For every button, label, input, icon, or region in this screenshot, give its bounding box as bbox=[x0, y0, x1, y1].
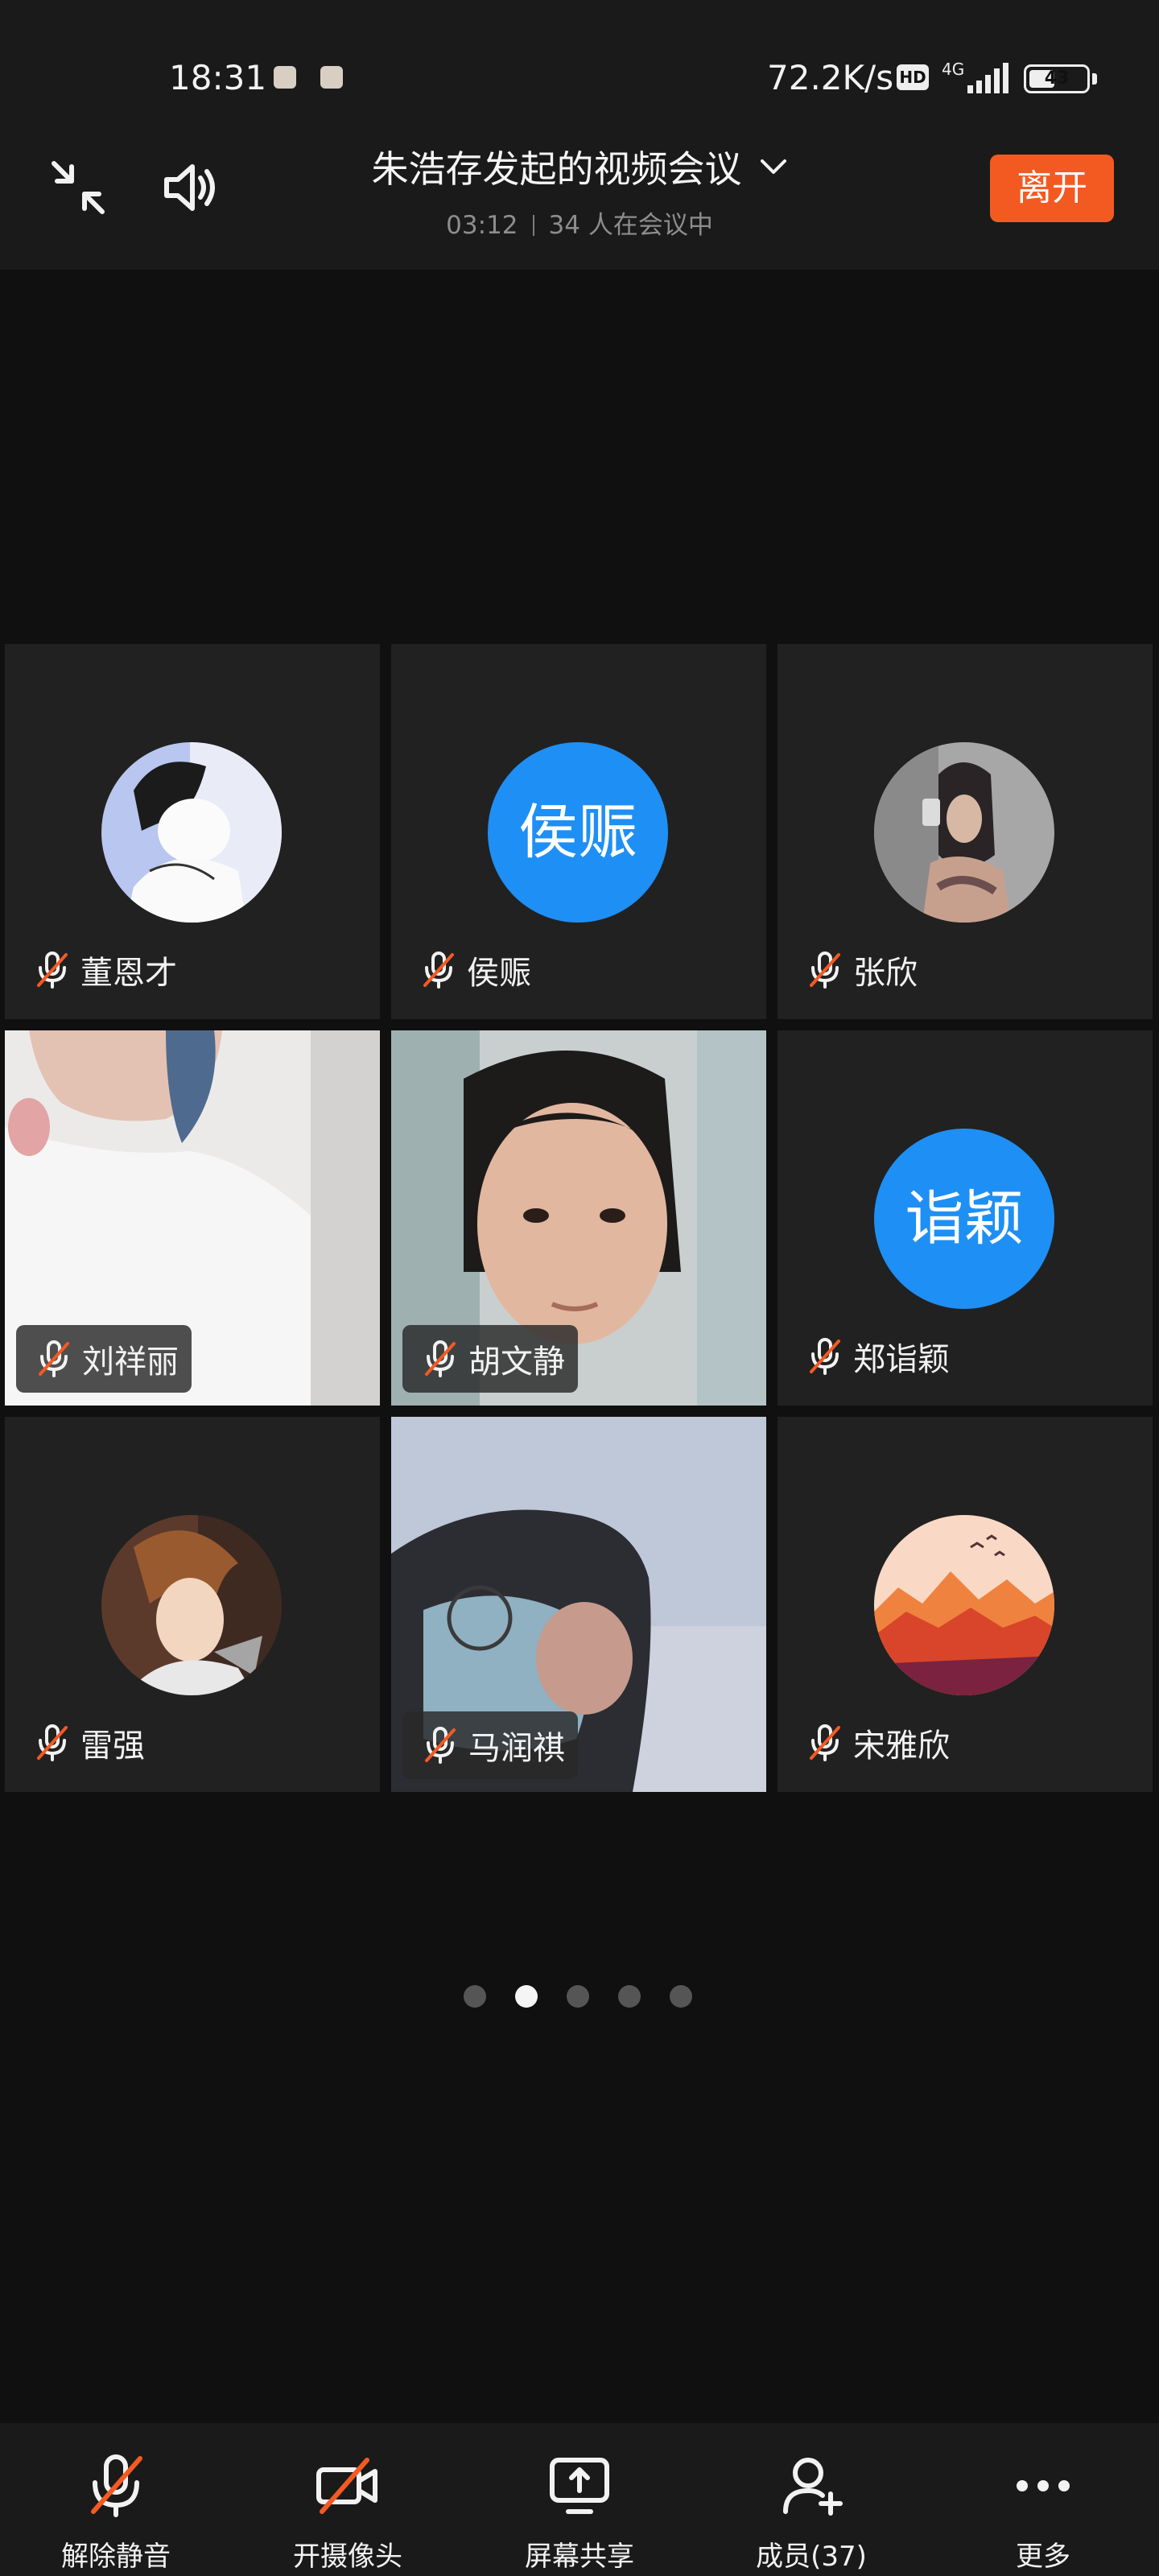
speaker-button[interactable] bbox=[155, 151, 227, 224]
page-dot-active[interactable] bbox=[515, 1985, 538, 2008]
participant-grid: 董恩才 侯赈 侯赈 张欣 刘祥丽 胡文静 诣颖 郑诣颖 雷强 马润祺 宋雅欣 bbox=[5, 644, 1154, 1795]
participant-tile[interactable]: 刘祥丽 bbox=[5, 1030, 380, 1406]
mic-off-icon bbox=[425, 1727, 456, 1764]
participant-name-label: 胡文静 bbox=[402, 1325, 578, 1393]
participant-tile[interactable]: 侯赈 侯赈 bbox=[391, 644, 766, 1019]
participant-name: 郑诣颖 bbox=[853, 1341, 950, 1378]
battery-cap bbox=[1092, 73, 1097, 85]
signal-icon bbox=[967, 63, 1008, 93]
bottom-toolbar: 解除静音 开摄像头 屏幕共享 成员(37) 更多 bbox=[0, 2423, 1159, 2576]
avatar: 侯赈 bbox=[488, 742, 668, 923]
page-dot[interactable] bbox=[567, 1985, 589, 2008]
more-button[interactable]: 更多 bbox=[955, 2452, 1132, 2573]
mic-off-icon bbox=[91, 2454, 142, 2517]
participant-name-label: 宋雅欣 bbox=[806, 1723, 950, 1765]
participant-name: 侯赈 bbox=[467, 955, 531, 992]
participant-tile[interactable]: 雷强 bbox=[5, 1417, 380, 1792]
minimize-icon bbox=[52, 161, 105, 214]
participant-name-label: 雷强 bbox=[34, 1723, 145, 1765]
hd-icon: HD bbox=[897, 64, 929, 90]
camera-off-icon bbox=[316, 2458, 377, 2514]
avatar-image bbox=[101, 742, 282, 923]
participant-name-label: 张欣 bbox=[806, 950, 918, 992]
avatar-image bbox=[874, 1515, 1054, 1695]
speaker-icon bbox=[164, 164, 215, 211]
participant-name-label: 侯赈 bbox=[420, 950, 531, 992]
members-button[interactable]: 成员(37) bbox=[723, 2452, 900, 2573]
participant-name: 宋雅欣 bbox=[853, 1728, 950, 1765]
screen-share-icon bbox=[550, 2458, 609, 2514]
meeting-subtitle: 03:12 34 人在会议中 bbox=[322, 204, 837, 241]
chevron-down-icon bbox=[760, 159, 786, 174]
status-time: 18:31 bbox=[169, 58, 267, 97]
members-label: 成员(37) bbox=[756, 2541, 867, 2573]
camera-button[interactable]: 开摄像头 bbox=[259, 2452, 436, 2573]
notification-icon bbox=[274, 66, 296, 89]
mic-off-icon bbox=[810, 952, 840, 989]
screen-share-button[interactable]: 屏幕共享 bbox=[491, 2452, 668, 2573]
network-type: 4G bbox=[942, 60, 965, 79]
screen-share-label: 屏幕共享 bbox=[525, 2541, 634, 2573]
minimize-button[interactable] bbox=[42, 151, 114, 224]
unmute-button[interactable]: 解除静音 bbox=[27, 2452, 204, 2573]
participant-tile[interactable]: 张欣 bbox=[777, 644, 1153, 1019]
add-member-icon bbox=[783, 2458, 843, 2516]
more-label: 更多 bbox=[1016, 2541, 1070, 2573]
participant-tile[interactable]: 诣颖 郑诣颖 bbox=[777, 1030, 1153, 1406]
mic-off-icon bbox=[425, 1340, 456, 1377]
page-dot[interactable] bbox=[670, 1985, 692, 2008]
mic-off-icon bbox=[37, 952, 68, 989]
avatar bbox=[101, 1515, 282, 1695]
participant-tile[interactable]: 胡文静 bbox=[391, 1030, 766, 1406]
camera-label: 开摄像头 bbox=[293, 2541, 402, 2573]
unmute-label: 解除静音 bbox=[61, 2541, 171, 2573]
participant-tile[interactable]: 宋雅欣 bbox=[777, 1417, 1153, 1792]
meeting-title-area[interactable]: 朱浩存发起的视频会议 03:12 34 人在会议中 bbox=[322, 140, 837, 241]
participant-name: 刘祥丽 bbox=[82, 1344, 179, 1381]
avatar: 诣颖 bbox=[874, 1129, 1054, 1309]
participant-name: 雷强 bbox=[80, 1728, 145, 1765]
participant-name-label: 刘祥丽 bbox=[16, 1325, 192, 1393]
avatar-image bbox=[101, 1515, 282, 1695]
more-icon bbox=[1017, 2480, 1070, 2491]
participant-count: 34 人在会议中 bbox=[548, 211, 713, 240]
avatar bbox=[874, 742, 1054, 923]
divider bbox=[532, 215, 534, 236]
participant-tile[interactable]: 马润祺 bbox=[391, 1417, 766, 1792]
avatar-image bbox=[874, 742, 1054, 923]
mic-off-icon bbox=[39, 1340, 69, 1377]
network-speed: 72.2K/s bbox=[767, 58, 894, 97]
status-bar: 18:31 72.2K/s HD 4G 43 bbox=[0, 0, 1159, 149]
page-dot[interactable] bbox=[618, 1985, 641, 2008]
participant-name: 胡文静 bbox=[468, 1344, 565, 1381]
meeting-header: 朱浩存发起的视频会议 03:12 34 人在会议中 离开 bbox=[0, 129, 1159, 270]
avatar bbox=[101, 742, 282, 923]
mic-off-icon bbox=[423, 952, 454, 989]
participant-name: 张欣 bbox=[853, 955, 918, 992]
meeting-title: 朱浩存发起的视频会议 bbox=[371, 147, 742, 191]
battery-icon: 43 bbox=[1024, 64, 1090, 93]
participant-name: 董恩才 bbox=[80, 955, 177, 992]
participant-name-label: 马润祺 bbox=[402, 1711, 578, 1779]
leave-button[interactable]: 离开 bbox=[990, 155, 1114, 222]
page-indicator[interactable] bbox=[464, 1985, 705, 2009]
mic-off-icon bbox=[810, 1338, 840, 1375]
participant-name: 马润祺 bbox=[468, 1730, 565, 1767]
participant-name-label: 董恩才 bbox=[34, 950, 177, 992]
participant-tile[interactable]: 董恩才 bbox=[5, 644, 380, 1019]
participant-name-label: 郑诣颖 bbox=[806, 1336, 950, 1378]
battery-level: 43 bbox=[1044, 68, 1070, 89]
mic-off-icon bbox=[810, 1724, 840, 1761]
avatar bbox=[874, 1515, 1054, 1695]
mic-off-icon bbox=[37, 1724, 68, 1761]
page-dot[interactable] bbox=[464, 1985, 486, 2008]
meeting-duration: 03:12 bbox=[446, 211, 518, 240]
notification-icon bbox=[320, 66, 343, 89]
